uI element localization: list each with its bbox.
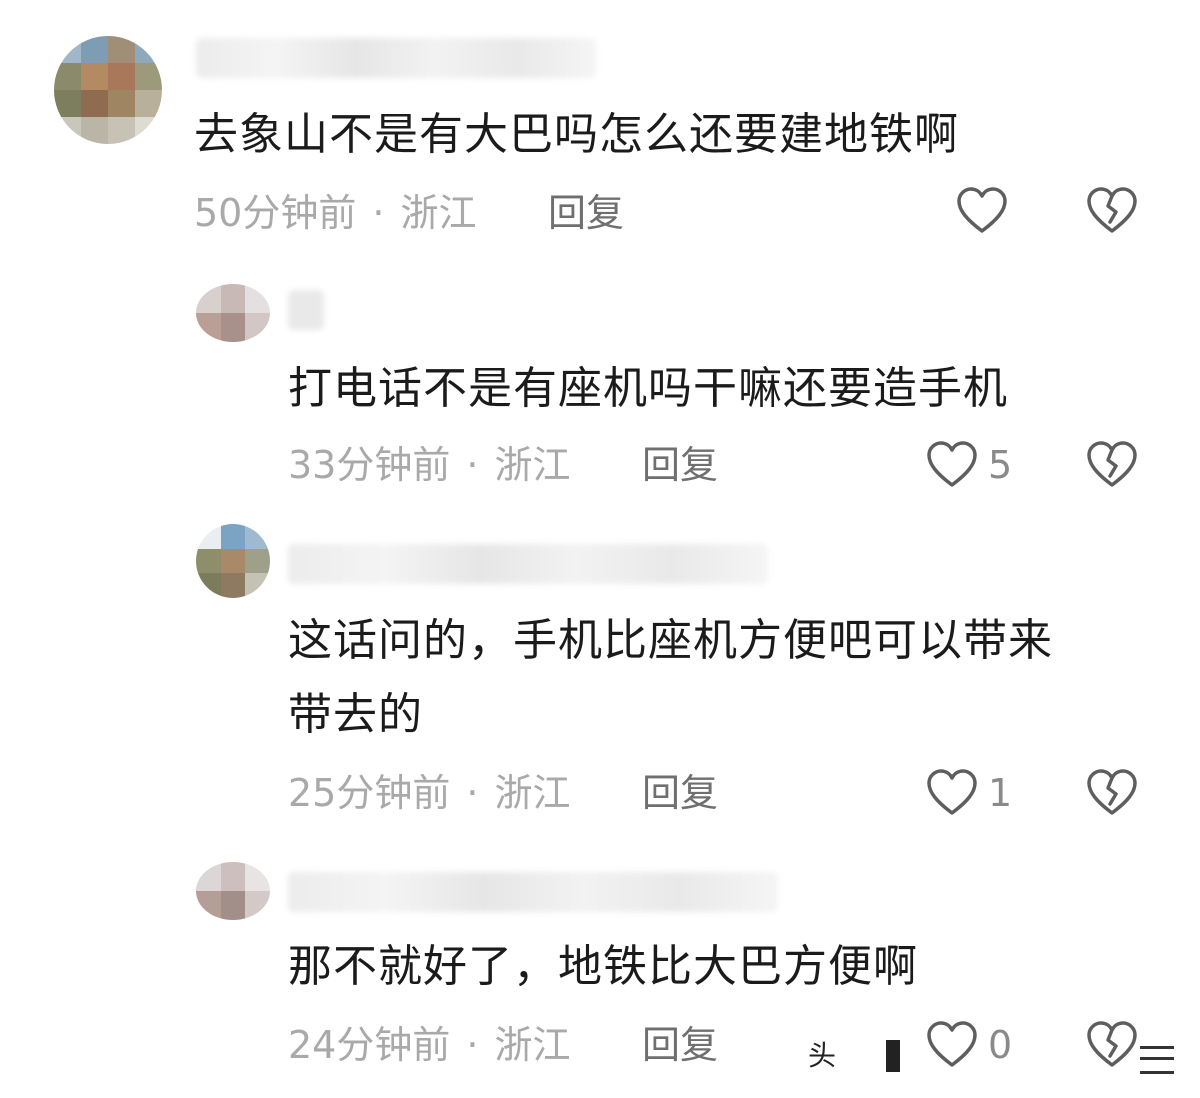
reply-button[interactable]: 回复 xyxy=(642,1020,718,1070)
meta-separator: · xyxy=(466,771,479,815)
comment-meta: 33分钟前 · 浙江 xyxy=(288,440,570,490)
heart-outline-icon xyxy=(927,441,977,487)
comment-text: 去象山不是有大巴吗怎么还要建地铁啊 xyxy=(194,109,959,160)
watermark-logo: 头 xyxy=(808,1039,837,1072)
avatar[interactable] xyxy=(196,862,270,920)
dislike-button[interactable] xyxy=(1086,440,1138,494)
dislike-button[interactable] xyxy=(1086,1020,1138,1074)
dislike-button[interactable] xyxy=(1086,768,1138,822)
like-button[interactable] xyxy=(956,186,1018,236)
reply-button[interactable]: 回复 xyxy=(642,440,718,490)
meta-separator: · xyxy=(466,443,479,487)
meta-separator: · xyxy=(372,191,385,235)
comment-region: 浙江 xyxy=(400,191,477,235)
broken-heart-icon xyxy=(1087,441,1137,487)
like-button[interactable]: 5 xyxy=(926,440,1012,490)
broken-heart-icon xyxy=(1087,1021,1137,1067)
comment-text: 打电话不是有座机吗干嘛还要造手机 xyxy=(288,363,1008,414)
username-blurred[interactable] xyxy=(288,290,324,330)
like-count: 0 xyxy=(988,1023,1013,1067)
reply-button[interactable]: 回复 xyxy=(548,188,624,238)
broken-heart-icon xyxy=(1087,769,1137,815)
comment-region: 浙江 xyxy=(494,771,571,815)
avatar[interactable] xyxy=(196,524,270,598)
username-blurred[interactable] xyxy=(288,872,778,912)
comment-meta: 24分钟前 · 浙江 xyxy=(288,1020,570,1070)
username-blurred[interactable] xyxy=(196,38,596,78)
like-count: 1 xyxy=(988,771,1013,815)
like-button[interactable]: 0 xyxy=(926,1020,1012,1070)
reply-button[interactable]: 回复 xyxy=(642,768,718,818)
like-count: 5 xyxy=(988,443,1013,487)
meta-separator: · xyxy=(466,1023,479,1067)
comment-time: 25分钟前 xyxy=(288,771,451,815)
comment-text: 这话问的，手机比座机方便吧可以带来 带去的 xyxy=(288,615,1053,740)
heart-outline-icon xyxy=(927,769,977,815)
comment-region: 浙江 xyxy=(494,443,571,487)
comment-meta: 50分钟前 · 浙江 xyxy=(194,188,476,238)
username-blurred[interactable] xyxy=(288,544,768,584)
heart-outline-icon xyxy=(957,187,1007,233)
avatar[interactable] xyxy=(54,36,162,144)
avatar[interactable] xyxy=(196,284,270,342)
dislike-button[interactable] xyxy=(1086,186,1138,240)
comment-region: 浙江 xyxy=(494,1023,571,1067)
comment-time: 50分钟前 xyxy=(194,191,357,235)
broken-heart-icon xyxy=(1087,187,1137,233)
comment-time: 33分钟前 xyxy=(288,443,451,487)
watermark-menu-icon xyxy=(1140,1046,1174,1074)
like-button[interactable]: 1 xyxy=(926,768,1012,818)
watermark-bar xyxy=(886,1040,900,1072)
comment-text: 那不就好了，地铁比大巴方便啊 xyxy=(288,941,918,992)
comment-time: 24分钟前 xyxy=(288,1023,451,1067)
comment-meta: 25分钟前 · 浙江 xyxy=(288,768,570,818)
heart-outline-icon xyxy=(927,1021,977,1067)
